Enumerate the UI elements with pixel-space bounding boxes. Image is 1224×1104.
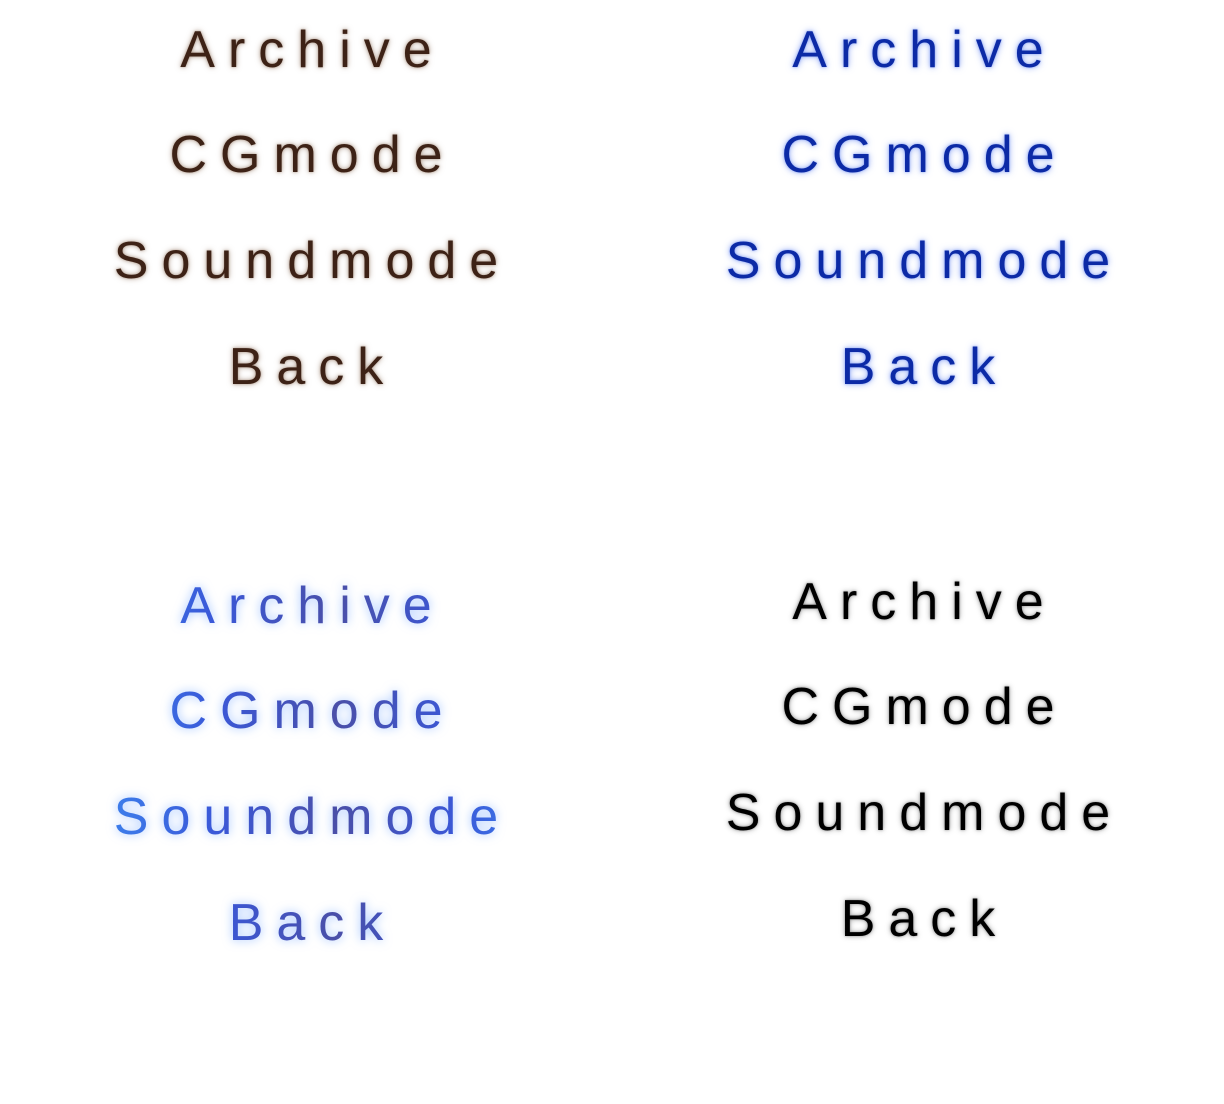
menu-item-soundmode[interactable]: Soundmode [0, 226, 612, 296]
menu-item-soundmode[interactable]: Soundmode [0, 782, 612, 852]
menu-item-cgmode[interactable]: CGmode [612, 672, 1224, 742]
menu-item-back[interactable]: Back [612, 332, 1224, 402]
menu-panel-deep-blue: Archive CGmode Soundmode Back [612, 0, 1224, 420]
menu-item-back[interactable]: Back [0, 332, 612, 402]
menu-item-back[interactable]: Back [612, 884, 1224, 954]
menu-item-archive[interactable]: Archive [612, 15, 1224, 85]
menu-item-archive[interactable]: Archive [612, 567, 1224, 637]
menu-item-cgmode[interactable]: CGmode [0, 676, 612, 746]
menu-panel-black: Archive CGmode Soundmode Back [612, 552, 1224, 972]
menu-item-archive[interactable]: Archive [0, 15, 612, 85]
menu-item-back[interactable]: Back [0, 888, 612, 958]
menu-item-soundmode[interactable]: Soundmode [612, 778, 1224, 848]
menu-panel-gradient-blue: Archive CGmode Soundmode Back [0, 556, 612, 976]
menu-item-cgmode[interactable]: CGmode [0, 120, 612, 190]
menu-item-soundmode[interactable]: Soundmode [612, 226, 1224, 296]
menu-item-cgmode[interactable]: CGmode [612, 120, 1224, 190]
menu-item-archive[interactable]: Archive [0, 571, 612, 641]
menu-panel-brown: Archive CGmode Soundmode Back [0, 0, 612, 420]
